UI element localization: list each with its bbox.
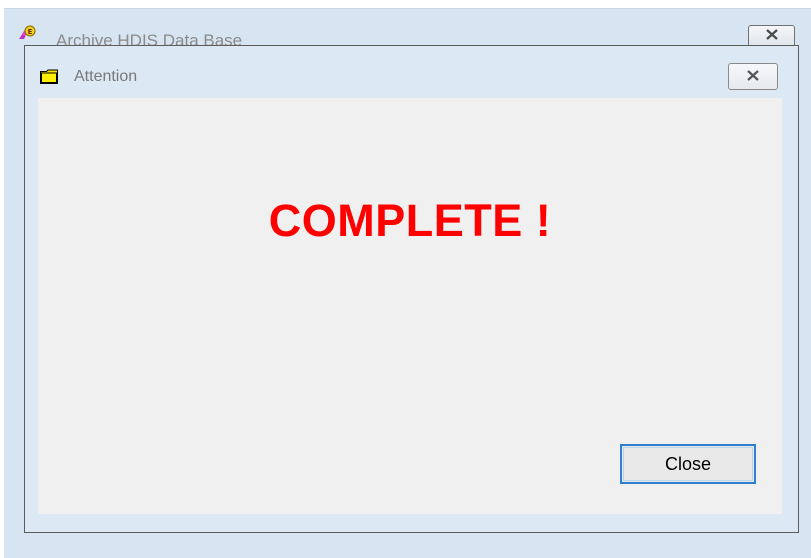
app-icon: E — [18, 25, 36, 41]
close-icon — [765, 27, 779, 45]
outer-window: E Archive HDIS Data Base Attention COMPL… — [4, 8, 811, 558]
outer-titlebar[interactable]: E Archive HDIS Data Base — [4, 9, 811, 50]
folder-icon — [40, 69, 58, 84]
close-button-label: Close — [664, 453, 712, 474]
dialog-client-area: COMPLETE ! Close — [38, 98, 782, 514]
close-icon — [746, 68, 760, 86]
dialog-title: Attention — [74, 68, 138, 85]
svg-text:E: E — [28, 28, 33, 36]
close-button[interactable]: Close — [620, 444, 756, 484]
dialog-titlebar[interactable]: Attention — [25, 46, 798, 98]
attention-dialog: Attention COMPLETE ! Close — [24, 45, 799, 533]
complete-message: COMPLETE ! — [268, 195, 552, 246]
dialog-close-x-button[interactable] — [728, 63, 778, 90]
outer-close-button[interactable] — [748, 25, 795, 47]
